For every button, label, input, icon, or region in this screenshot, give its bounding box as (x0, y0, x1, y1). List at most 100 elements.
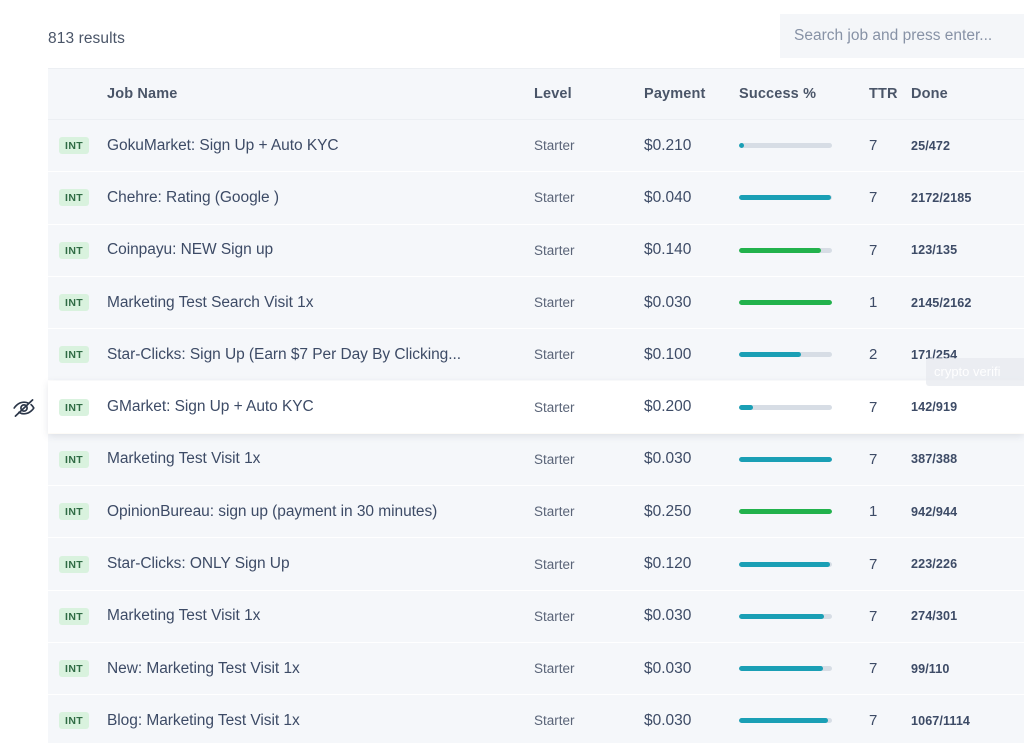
cell-ttr: 7 (869, 189, 878, 207)
col-header-job-name[interactable]: Job Name (107, 86, 534, 102)
job-name-link[interactable]: Marketing Test Visit 1x (107, 607, 534, 625)
job-name-link[interactable]: Marketing Test Search Visit 1x (107, 294, 534, 312)
int-badge: INT (59, 712, 90, 730)
cell-ttr: 7 (869, 712, 878, 730)
success-progress-fill (739, 666, 823, 672)
cell-success (739, 666, 869, 672)
job-name-link[interactable]: Marketing Test Visit 1x (107, 450, 534, 468)
job-name-link[interactable]: Star-Clicks: Sign Up (Earn $7 Per Day By… (107, 346, 534, 364)
cell-done: 387/388 (911, 452, 958, 467)
cell-badge: INT (48, 294, 107, 312)
table-row[interactable]: INT Coinpayu: NEW Sign up Starter $0.140 7 12… (48, 224, 1024, 277)
cell-payment: $0.030 (644, 659, 692, 677)
search-input[interactable] (780, 14, 1024, 58)
table-header-row: Job Name Level Payment Success % TTR Don… (48, 68, 1024, 120)
cell-done: 223/226 (911, 557, 958, 572)
cell-ttr: 7 (869, 660, 878, 678)
cell-payment: $0.030 (644, 293, 692, 311)
cell-ttr: 1 (869, 503, 878, 521)
job-name-link[interactable]: Blog: Marketing Test Visit 1x (107, 712, 534, 730)
success-progress-fill (739, 143, 744, 149)
table-row[interactable]: INT OpinionBureau: sign up (payment in 30… (48, 486, 1024, 539)
cell-payment: $0.030 (644, 450, 692, 468)
cell-ttr: 7 (869, 450, 878, 468)
table-row[interactable]: INT Star-Clicks: ONLY Sign Up Starter $0.12… (48, 538, 1024, 591)
int-badge: INT (59, 241, 90, 259)
col-header-ttr[interactable]: TTR (869, 86, 911, 102)
table-row[interactable]: INT Marketing Test Visit 1x Starter $0.030 7… (48, 590, 1024, 643)
cell-badge: INT (48, 346, 107, 364)
cell-payment: $0.030 (644, 607, 692, 625)
job-name-link[interactable]: New: Marketing Test Visit 1x (107, 660, 534, 678)
success-progress-bar (739, 143, 832, 149)
success-progress-bar (739, 247, 832, 253)
int-badge: INT (59, 660, 90, 678)
col-header-done[interactable]: Done (911, 86, 1021, 102)
table-row[interactable]: INT New: Marketing Test Visit 1x Starter $0… (48, 642, 1024, 696)
job-name-link[interactable]: GMarket: Sign Up + Auto KYC (107, 398, 534, 416)
cell-level: Starter (534, 347, 575, 363)
table-row[interactable]: INT GMarket: Sign Up + Auto KYC Starter $0.… (48, 381, 1024, 434)
table-row[interactable]: INT GokuMarket: Sign Up + Auto KYC Starter… (48, 120, 1024, 173)
job-name-link[interactable]: OpinionBureau: sign up (payment in 30 mi… (107, 503, 534, 521)
cell-success (739, 195, 869, 201)
cell-done: 25/472 (911, 138, 951, 153)
cell-level: Starter (534, 138, 575, 154)
cell-level: Starter (534, 713, 575, 729)
job-name-link[interactable]: GokuMarket: Sign Up + Auto KYC (107, 137, 534, 155)
success-progress-bar (739, 195, 832, 201)
cell-success (739, 456, 869, 462)
cell-level: Starter (534, 399, 575, 415)
int-badge: INT (59, 555, 90, 573)
col-header-success[interactable]: Success % (739, 86, 869, 102)
cell-done: 99/110 (911, 661, 950, 676)
cell-level: Starter (534, 504, 575, 520)
cell-badge: INT (48, 241, 107, 259)
success-progress-fill (739, 718, 829, 724)
table-row[interactable]: INT Star-Clicks: Sign Up (Earn $7 Per Day… (48, 329, 1024, 382)
jobs-table: Job Name Level Payment Success % TTR Don… (48, 68, 1024, 743)
success-progress-fill (739, 352, 802, 358)
success-progress-fill (739, 456, 832, 462)
results-count: 813 results (48, 30, 125, 47)
success-progress-fill (739, 247, 821, 253)
eye-off-icon[interactable] (12, 396, 36, 420)
cell-done: 123/135 (911, 243, 958, 258)
success-progress-fill (739, 509, 832, 515)
success-progress-bar (739, 509, 832, 515)
cell-success (739, 143, 869, 149)
job-name-link[interactable]: Star-Clicks: ONLY Sign Up (107, 555, 534, 573)
cell-success (739, 613, 869, 619)
cell-ttr: 7 (869, 241, 878, 259)
table-row[interactable]: INT Marketing Test Visit 1x Starter $0.030 7… (48, 433, 1024, 487)
cell-success (739, 300, 869, 306)
int-badge: INT (59, 607, 90, 625)
col-header-level[interactable]: Level (534, 86, 644, 102)
cell-badge: INT (48, 189, 107, 207)
success-progress-bar (739, 666, 832, 672)
job-name-link[interactable]: Coinpayu: NEW Sign up (107, 241, 534, 259)
cell-done: 142/919 (911, 400, 958, 415)
success-progress-bar (739, 613, 832, 619)
table-row[interactable]: INT Marketing Test Search Visit 1x Starter… (48, 276, 1024, 330)
table-row[interactable]: INT Blog: Marketing Test Visit 1x Starter $… (48, 695, 1024, 743)
cell-success (739, 561, 869, 567)
cell-ttr: 7 (869, 555, 878, 573)
int-badge: INT (59, 346, 90, 364)
cell-done: 942/944 (911, 504, 958, 519)
success-progress-bar (739, 561, 832, 567)
int-badge: INT (59, 503, 90, 521)
ghost-tooltip: crypto verifi (926, 358, 1024, 386)
cell-payment: $0.140 (644, 241, 692, 259)
search-box[interactable] (780, 14, 1024, 58)
success-progress-fill (739, 561, 831, 567)
cell-badge: INT (48, 555, 107, 573)
cell-success (739, 718, 869, 724)
success-progress-fill (739, 300, 832, 306)
col-header-payment[interactable]: Payment (644, 86, 739, 102)
int-badge: INT (59, 398, 90, 416)
job-name-link[interactable]: Chehre: Rating (Google ) (107, 189, 534, 207)
cell-success (739, 404, 869, 410)
cell-payment: $0.100 (644, 345, 692, 363)
table-row[interactable]: INT Chehre: Rating (Google ) Starter $0.040… (48, 172, 1024, 225)
